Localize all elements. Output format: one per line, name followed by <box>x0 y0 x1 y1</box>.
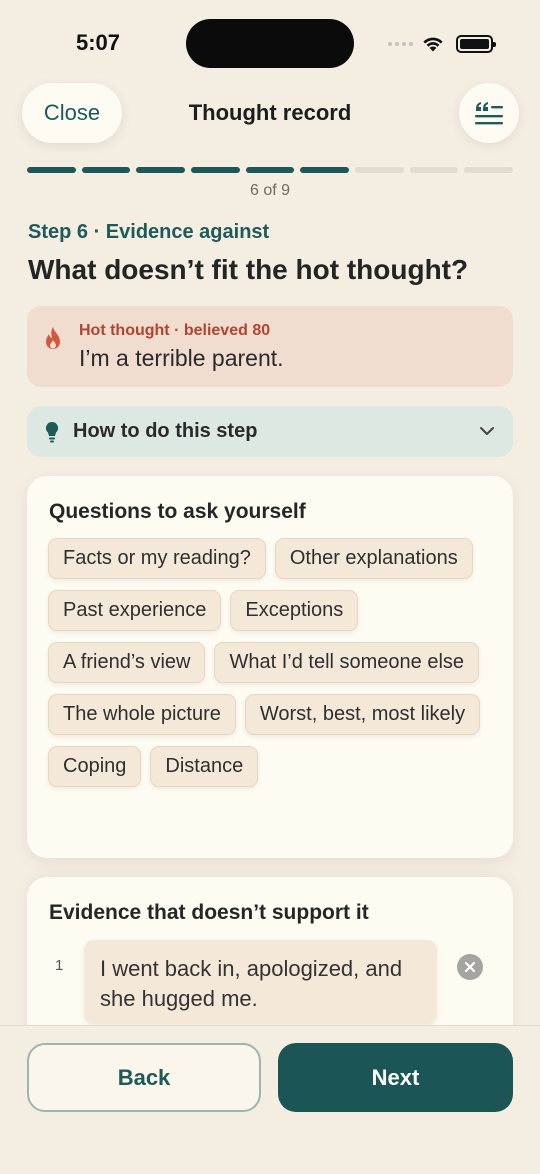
progress-label: 6 of 9 <box>249 182 291 199</box>
evidence-title: Evidence that doesn’t support it <box>49 901 369 924</box>
cellular-signal-icon <box>388 42 413 46</box>
question-chip[interactable]: Distance <box>150 746 259 787</box>
battery-icon <box>456 35 496 53</box>
status-bar: 5:07 <box>0 0 540 80</box>
hot-thought-card: Hot thought · believed 80 I’m a terrible… <box>27 306 513 387</box>
back-button[interactable]: Back <box>27 1043 261 1112</box>
evidence-item-text[interactable]: I went back in, apologized, and she hugg… <box>84 940 437 1024</box>
progress-segment <box>81 167 131 173</box>
evidence-item-number: 1 <box>55 957 64 974</box>
progress-segment <box>27 167 76 173</box>
progress-segment <box>191 167 240 173</box>
flame-icon <box>46 327 60 349</box>
how-to-expander[interactable]: How to do this step <box>27 406 513 457</box>
question-chip[interactable]: Other explanations <box>274 538 473 579</box>
progress-segment <box>136 167 186 173</box>
question-chips: Facts or my reading? Other explanations Pa… <box>48 538 498 787</box>
step-question: What doesn’t fit the hot thought? <box>28 254 469 285</box>
chevron-down-icon <box>480 427 494 435</box>
progress-segment <box>245 167 295 173</box>
lightbulb-icon <box>45 421 59 443</box>
progress-segment <box>464 167 514 173</box>
progress-bar <box>27 167 514 173</box>
question-chip[interactable]: Worst, best, most likely <box>244 694 481 735</box>
question-chip[interactable]: Coping <box>48 746 142 787</box>
question-chip[interactable]: What I’d tell someone else <box>214 642 480 683</box>
question-chip[interactable]: The whole picture <box>48 694 236 735</box>
quote-list-button[interactable] <box>459 83 519 143</box>
progress-segment <box>409 167 459 173</box>
progress-segment <box>355 167 404 173</box>
questions-title: Questions to ask yourself <box>49 500 306 523</box>
remove-evidence-button[interactable] <box>457 954 483 980</box>
hot-thought-meta: Hot thought · believed 80 <box>79 322 271 339</box>
question-chip[interactable]: Past experience <box>48 590 222 631</box>
hot-thought-text: I’m a terrible parent. <box>79 345 284 371</box>
questions-card: Questions to ask yourself Facts or my re… <box>27 476 513 858</box>
close-icon <box>464 961 476 973</box>
dynamic-island <box>186 19 354 68</box>
next-button[interactable]: Next <box>278 1043 513 1112</box>
bottom-bar: Back Next <box>0 1025 540 1174</box>
wifi-icon <box>423 37 443 52</box>
status-time: 5:07 <box>76 30 121 55</box>
quote-list-icon <box>475 102 503 125</box>
question-chip[interactable]: Exceptions <box>230 590 359 631</box>
question-chip[interactable]: A friend’s view <box>48 642 206 683</box>
step-label: Step 6 · Evidence against <box>28 221 270 243</box>
how-to-label: How to do this step <box>73 420 258 442</box>
progress-segment <box>300 167 350 173</box>
question-chip[interactable]: Facts or my reading? <box>48 538 266 579</box>
